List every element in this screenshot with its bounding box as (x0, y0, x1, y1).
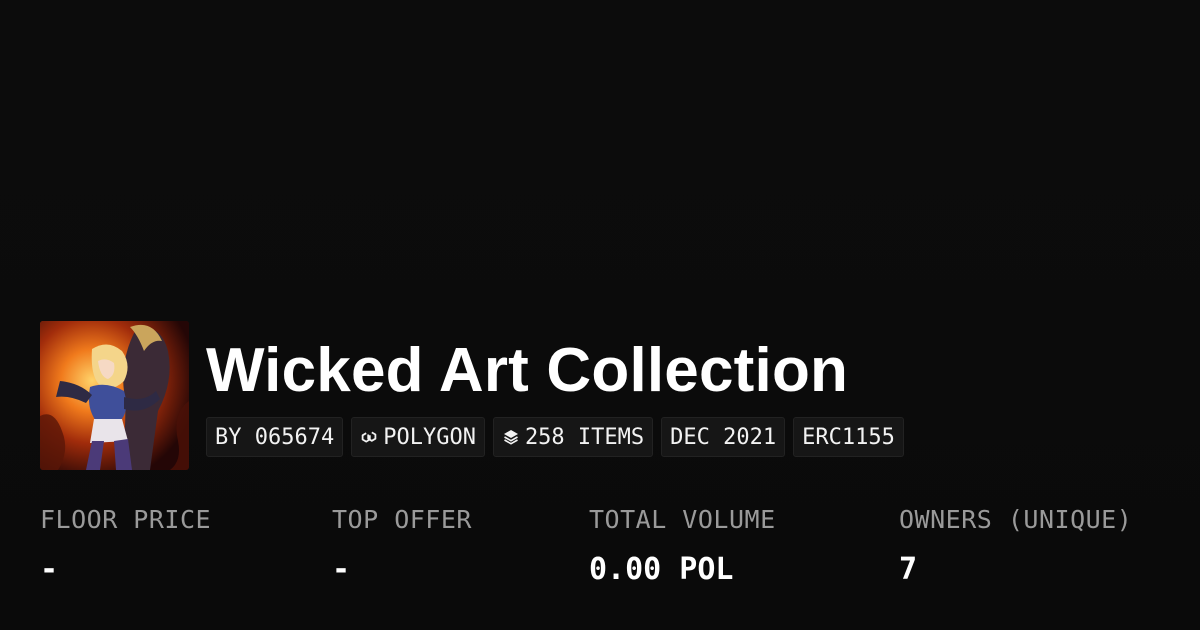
stat-value: - (332, 552, 351, 587)
stat-value: - (40, 552, 59, 587)
collection-title: Wicked Art Collection (206, 336, 849, 405)
collection-stats: FLOOR PRICE - TOP OFFER - TOTAL VOLUME 0… (40, 505, 1180, 595)
collection-meta-chips: BY 065674 POLYGON 258 ITEMS DEC 2021 ERC… (206, 417, 904, 457)
stat-owners: OWNERS (UNIQUE) 7 (899, 505, 1132, 587)
stat-label: OWNERS (UNIQUE) (899, 505, 1133, 534)
stat-total-volume: TOTAL VOLUME 0.00 POL (589, 505, 776, 587)
collection-header: Wicked Art Collection BY 065674 POLYGON (40, 321, 904, 470)
date-chip: DEC 2021 (661, 417, 786, 457)
chain-chip[interactable]: POLYGON (351, 417, 485, 457)
stat-value: 0.00 POL (589, 552, 734, 587)
layers-icon (502, 428, 520, 446)
stat-label: TOTAL VOLUME (589, 505, 776, 534)
collection-artwork-image (40, 321, 189, 470)
collection-thumbnail[interactable] (40, 321, 189, 470)
standard-chip: ERC1155 (793, 417, 904, 457)
stat-floor-price: FLOOR PRICE - (40, 505, 211, 587)
stat-value: 7 (899, 552, 918, 587)
date-label: DEC 2021 (670, 424, 777, 450)
creator-chip[interactable]: BY 065674 (206, 417, 344, 457)
chain-label: POLYGON (383, 424, 476, 450)
collection-card: Wicked Art Collection BY 065674 POLYGON (0, 0, 1200, 630)
title-column: Wicked Art Collection BY 065674 POLYGON (206, 321, 904, 457)
stat-label: FLOOR PRICE (40, 505, 212, 534)
creator-label: BY 065674 (215, 424, 335, 450)
items-label: 258 ITEMS (524, 424, 645, 450)
stat-top-offer: TOP OFFER - (332, 505, 472, 587)
standard-label: ERC1155 (802, 424, 895, 450)
polygon-icon (360, 428, 378, 446)
stat-label: TOP OFFER (332, 505, 472, 534)
items-chip[interactable]: 258 ITEMS (492, 417, 654, 457)
